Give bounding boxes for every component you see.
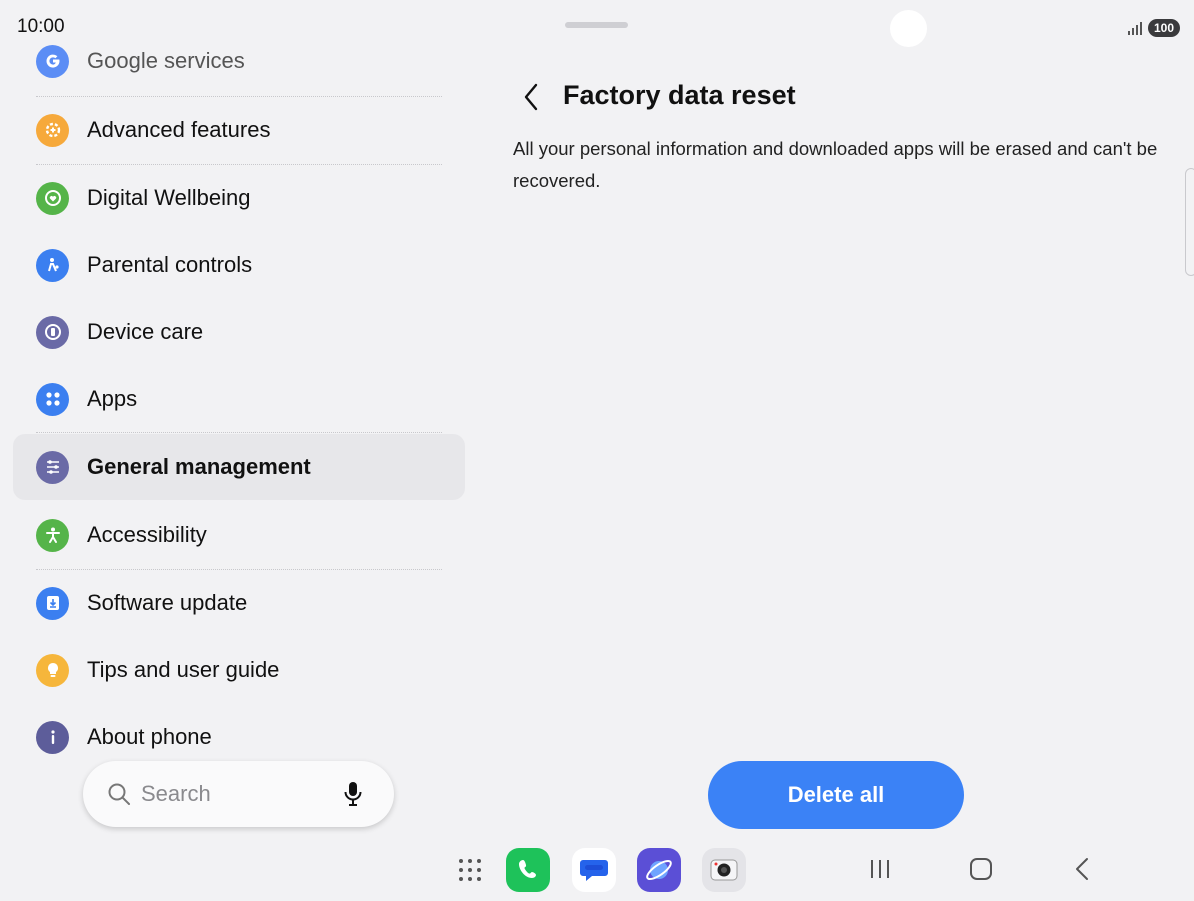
app-drawer-icon[interactable]: [457, 857, 483, 883]
sidebar-item-google-services[interactable]: Google services: [13, 28, 465, 94]
sidebar-item-tips[interactable]: Tips and user guide: [13, 637, 465, 703]
sidebar-item-digital-wellbeing[interactable]: Digital Wellbeing: [13, 165, 465, 231]
sidebar-item-label: Tips and user guide: [87, 657, 280, 682]
sidebar-item-parental-controls[interactable]: Parental controls: [13, 232, 465, 298]
nav-back-button[interactable]: [1073, 856, 1091, 882]
apps-grid-icon: [36, 382, 69, 416]
sidebar-item-general-management[interactable]: General management: [13, 434, 465, 500]
page-title: Factory data reset: [563, 80, 796, 110]
reset-description: All your personal information and downlo…: [513, 138, 1158, 191]
accessibility-icon: [36, 518, 69, 552]
info-icon: [36, 720, 69, 754]
scroll-handle[interactable]: [1185, 168, 1194, 276]
gear-plus-icon: [36, 113, 69, 147]
camera-icon[interactable]: [702, 848, 746, 892]
sidebar-item-label: About phone: [87, 724, 212, 749]
sidebar-item-label: Apps: [87, 386, 138, 411]
search-input[interactable]: Search: [141, 781, 211, 807]
device-care-icon: [36, 315, 69, 349]
family-icon: [36, 248, 69, 282]
sidebar-item-label: Accessibility: [87, 522, 207, 547]
divider: [36, 432, 442, 433]
messages-icon[interactable]: [572, 848, 616, 892]
sidebar-item-label: Digital Wellbeing: [87, 185, 251, 210]
sidebar-item-label: Software update: [87, 590, 248, 615]
search-bar[interactable]: Search: [83, 761, 394, 827]
heart-ring-icon: [36, 181, 69, 215]
sidebar-item-device-care[interactable]: Device care: [13, 299, 465, 365]
camera-cutout: [890, 10, 927, 47]
chevron-left-icon: [524, 83, 538, 111]
signal-icon: [1128, 22, 1142, 35]
sidebar-item-label: Parental controls: [87, 252, 253, 277]
home-button[interactable]: [968, 856, 994, 882]
sidebar-item-accessibility[interactable]: Accessibility: [13, 502, 465, 568]
sidebar-item-advanced-features[interactable]: Advanced features: [13, 97, 465, 163]
sidebar-item-label: Advanced features: [87, 117, 271, 142]
battery-icon: 100: [1148, 19, 1180, 37]
download-icon: [36, 586, 69, 620]
lightbulb-icon: [36, 653, 69, 687]
internet-icon[interactable]: [637, 848, 681, 892]
drag-handle[interactable]: [565, 22, 628, 28]
sidebar-item-label: General management: [87, 454, 311, 479]
sidebar-item-software-update[interactable]: Software update: [13, 570, 465, 636]
back-button[interactable]: [512, 78, 550, 116]
delete-all-button[interactable]: Delete all: [708, 761, 964, 829]
microphone-icon[interactable]: [343, 781, 363, 807]
sliders-icon: [36, 450, 69, 484]
google-icon: [36, 44, 69, 78]
sidebar-item-label: Google services: [87, 48, 245, 73]
sidebar-item-label: Device care: [87, 319, 204, 344]
recent-apps-button[interactable]: [869, 856, 891, 882]
phone-icon[interactable]: [506, 848, 550, 892]
screen: 10:00 100 Google services Advanced featu…: [0, 0, 1194, 901]
search-icon: [108, 783, 130, 805]
sidebar-item-apps[interactable]: Apps: [13, 366, 465, 432]
